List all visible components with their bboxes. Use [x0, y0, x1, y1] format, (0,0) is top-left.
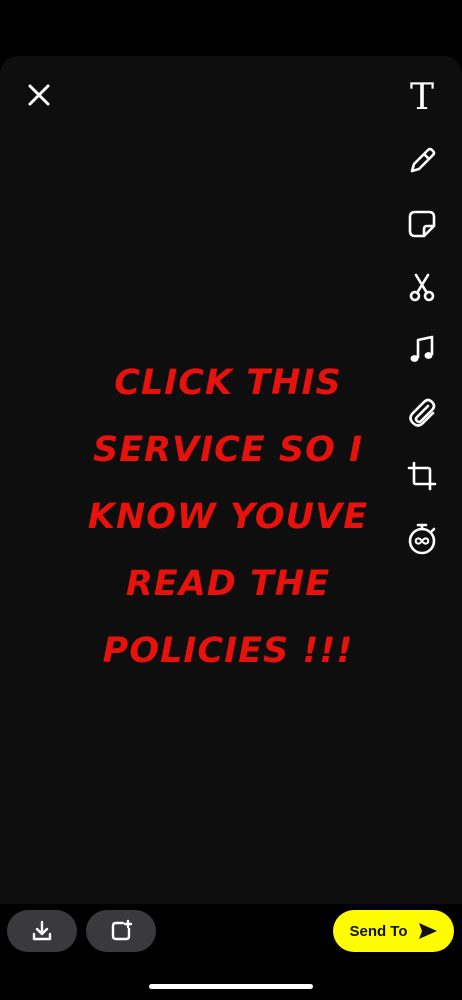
caption-line: READ THE — [125, 564, 331, 604]
download-icon — [32, 920, 52, 941]
music-note-icon — [410, 335, 434, 362]
sticker-tool-button[interactable] — [400, 202, 444, 246]
timer-icon — [408, 523, 436, 555]
story-add-icon — [111, 919, 133, 941]
text-tool-button[interactable]: T — [400, 76, 444, 120]
send-to-label: Send To — [349, 922, 408, 940]
close-button[interactable] — [22, 78, 56, 112]
timer-tool-button[interactable] — [400, 517, 444, 561]
text-icon: T — [409, 77, 434, 118]
paperclip-icon — [409, 398, 436, 427]
scissors-icon — [409, 273, 435, 302]
add-to-story-button[interactable] — [86, 910, 156, 952]
pencil-icon — [410, 147, 436, 173]
caption-line: POLICIES !!! — [102, 631, 354, 671]
caption-text[interactable]: CLICK THIS SERVICE SO I KNOW YOUVE READ … — [70, 350, 386, 685]
music-tool-button[interactable] — [400, 328, 444, 372]
send-arrow-icon — [418, 923, 437, 939]
sticker-icon — [408, 210, 436, 238]
crop-tool-button[interactable] — [400, 454, 444, 498]
caption-line: SERVICE SO I — [92, 430, 364, 470]
caption-line: KNOW YOUVE — [87, 497, 369, 537]
editing-toolbar: T — [400, 76, 444, 580]
attachment-tool-button[interactable] — [400, 391, 444, 435]
scissors-tool-button[interactable] — [400, 265, 444, 309]
caption-line: CLICK THIS — [114, 363, 342, 403]
crop-icon — [407, 461, 437, 491]
home-indicator[interactable] — [149, 984, 313, 989]
send-to-button[interactable]: Send To — [333, 910, 454, 952]
close-icon — [28, 84, 50, 106]
draw-tool-button[interactable] — [400, 139, 444, 183]
save-button[interactable] — [7, 910, 77, 952]
